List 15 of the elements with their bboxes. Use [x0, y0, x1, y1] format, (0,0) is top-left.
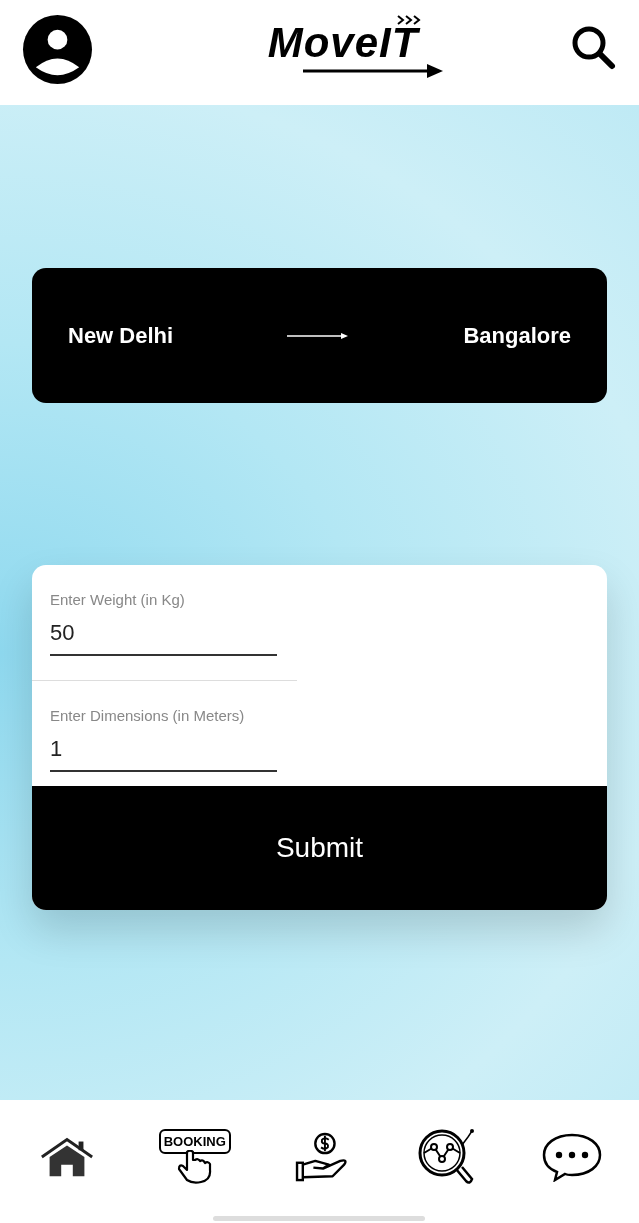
arrow-icon [287, 331, 350, 340]
nav-button[interactable]: BOOKING [158, 1129, 231, 1184]
text-field[interactable]: 50 [50, 608, 277, 656]
profile-icon[interactable] [22, 14, 93, 85]
arrow-icon [301, 62, 445, 79]
field-label: Enter Dimensions (in Meters) [50, 707, 246, 724]
destination-city: Bangalore [463, 322, 571, 349]
chevrons-icon [397, 14, 423, 25]
app-logo: MoveIT [267, 20, 419, 65]
chat-icon [541, 1131, 603, 1182]
text-field[interactable]: 1 [50, 724, 277, 772]
field-label: Enter Weight (in Kg) [50, 591, 186, 608]
origin-city: New Delhi [68, 322, 174, 349]
nav-button[interactable] [541, 1131, 603, 1182]
submit-button[interactable]: Submit [32, 786, 607, 910]
